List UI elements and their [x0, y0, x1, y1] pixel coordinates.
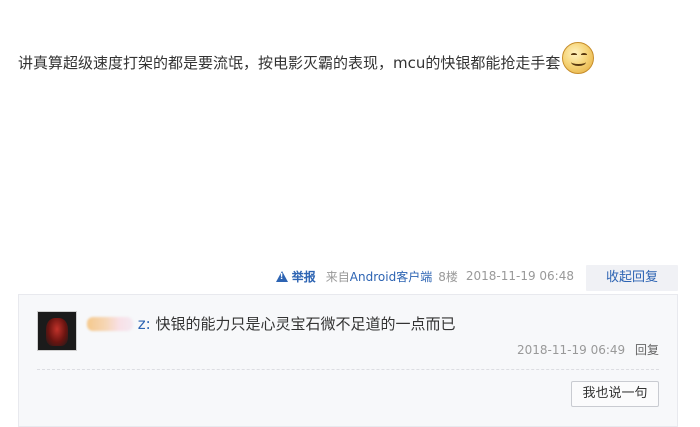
reply-footer: 2018-11-19 06:49 回复 — [517, 341, 659, 358]
post-source: 来自Android客户端 — [326, 268, 432, 285]
say-something-button[interactable]: 我也说一句 — [571, 381, 659, 407]
reply-text: 快银的能力只是心灵宝石微不足道的一点而已 — [155, 315, 456, 333]
report-link[interactable]: 举报 — [275, 268, 316, 285]
reply-panel: z: 快银的能力只是心灵宝石微不足道的一点而已 2018-11-19 06:49… — [18, 294, 678, 427]
post-text: 讲真算超级速度打架的都是要流氓，按电影灭霸的表现，mcu的快银都能抢走手套 — [18, 54, 561, 72]
warning-icon — [275, 270, 288, 282]
post-content: 讲真算超级速度打架的都是要流氓，按电影灭霸的表现，mcu的快银都能抢走手套 — [18, 42, 658, 75]
reply-username[interactable]: z: — [87, 315, 151, 333]
reply-line: z: 快银的能力只是心灵宝石微不足道的一点而已 — [87, 313, 456, 335]
reply-link[interactable]: 回复 — [635, 343, 659, 357]
collapse-replies-button[interactable]: 收起回复 — [585, 265, 678, 291]
report-label: 举报 — [291, 269, 316, 284]
reply-time: 2018-11-19 06:49 — [517, 343, 626, 357]
source-prefix: 来自 — [325, 269, 350, 284]
post-time: 2018-11-19 06:48 — [465, 269, 574, 283]
smiley-emoji-icon — [562, 42, 595, 74]
post-meta-bar: 举报 来自Android客户端 8楼 2018-11-19 06:48 收起回复 — [275, 265, 678, 291]
divider — [37, 369, 659, 370]
android-client-link[interactable]: Android客户端 — [350, 270, 432, 284]
floor-number: 8楼 — [438, 269, 458, 284]
avatar[interactable] — [37, 311, 77, 351]
blurred-username — [87, 317, 133, 331]
reply-item: z: 快银的能力只是心灵宝石微不足道的一点而已 2018-11-19 06:49… — [37, 311, 659, 367]
